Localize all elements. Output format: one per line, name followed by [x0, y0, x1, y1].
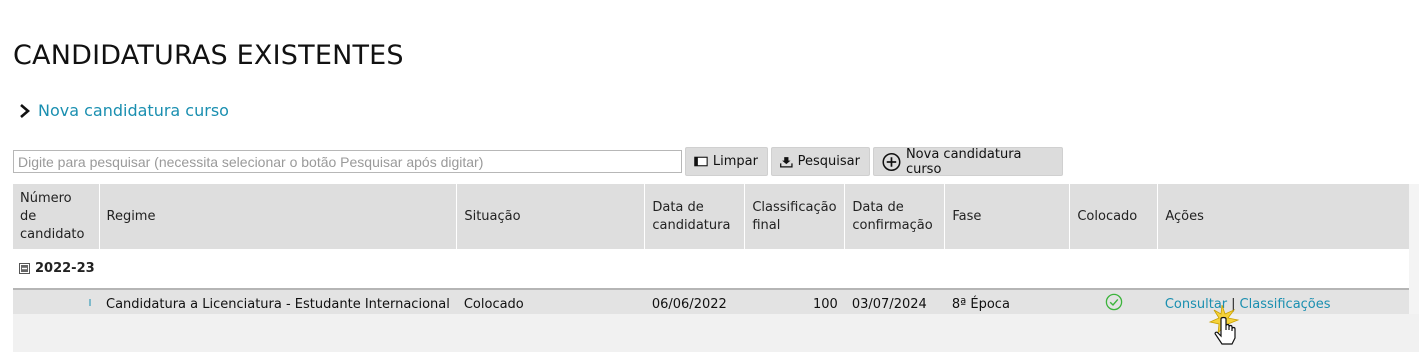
search-button[interactable]: Pesquisar	[771, 147, 870, 176]
search-input[interactable]	[13, 150, 682, 173]
search-toolbar: Limpar Pesquisar Nova candidatura curso	[13, 146, 1063, 177]
eraser-icon	[694, 156, 708, 167]
collapse-minus-icon	[19, 263, 30, 274]
new-application-nav-link[interactable]: Nova candidatura curso	[18, 101, 229, 120]
chevron-right-icon	[20, 103, 30, 118]
applications-table: Número de candidato Regime Situação Data…	[13, 184, 1409, 319]
col-header-classificacao[interactable]: Classificação final	[744, 184, 846, 249]
col-header-data-candidatura[interactable]: Data de candidatura	[644, 184, 746, 249]
clear-button[interactable]: Limpar	[685, 147, 768, 176]
clear-button-label: Limpar	[712, 154, 758, 169]
col-header-situacao[interactable]: Situação	[456, 184, 646, 249]
search-button-label: Pesquisar	[797, 154, 860, 169]
col-header-fase[interactable]: Fase	[944, 184, 1071, 249]
table-header-row: Número de candidato Regime Situação Data…	[13, 184, 1409, 249]
classificacoes-link[interactable]: Classificações	[1240, 297, 1331, 312]
new-application-button-label: Nova candidatura curso	[905, 146, 1022, 177]
col-header-data-confirmacao[interactable]: Data de confirmação	[844, 184, 946, 249]
col-header-colocado[interactable]: Colocado	[1069, 184, 1159, 249]
col-header-numero[interactable]: Número de candidato	[13, 184, 100, 249]
row-marker-icon	[89, 298, 91, 306]
page-title: CANDIDATURAS EXISTENTES	[13, 40, 404, 71]
new-application-button[interactable]: Nova candidatura curso	[873, 146, 1063, 177]
col-header-regime[interactable]: Regime	[99, 184, 458, 249]
new-application-link-label: Nova candidatura curso	[38, 101, 229, 120]
group-toggle[interactable]: 2022-23	[19, 261, 1408, 276]
check-circle-icon	[1105, 293, 1123, 311]
group-label: 2022-23	[35, 261, 95, 276]
download-icon	[780, 156, 793, 168]
plus-circle-icon	[882, 152, 901, 171]
col-header-acoes: Ações	[1157, 184, 1409, 249]
hand-pointer-cursor-icon	[1208, 305, 1240, 345]
group-row: 2022-23	[13, 249, 1409, 289]
